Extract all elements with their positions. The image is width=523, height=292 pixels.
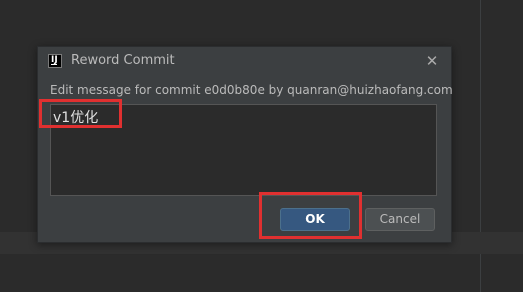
commit-message-input[interactable]: v1优化	[50, 104, 437, 196]
dialog-description: Edit message for commit e0d0b80e by quan…	[50, 83, 453, 97]
dialog-title: Reword Commit	[71, 53, 175, 68]
dialog-titlebar: IJ Reword Commit ✕	[38, 47, 451, 75]
cancel-button[interactable]: Cancel	[365, 208, 435, 231]
commit-message-text[interactable]: v1优化	[53, 107, 98, 127]
close-icon[interactable]: ✕	[425, 54, 439, 69]
intellij-icon: IJ	[48, 54, 62, 68]
reword-commit-dialog: IJ Reword Commit ✕ Edit message for comm…	[37, 46, 453, 243]
ok-button[interactable]: OK	[280, 208, 350, 231]
